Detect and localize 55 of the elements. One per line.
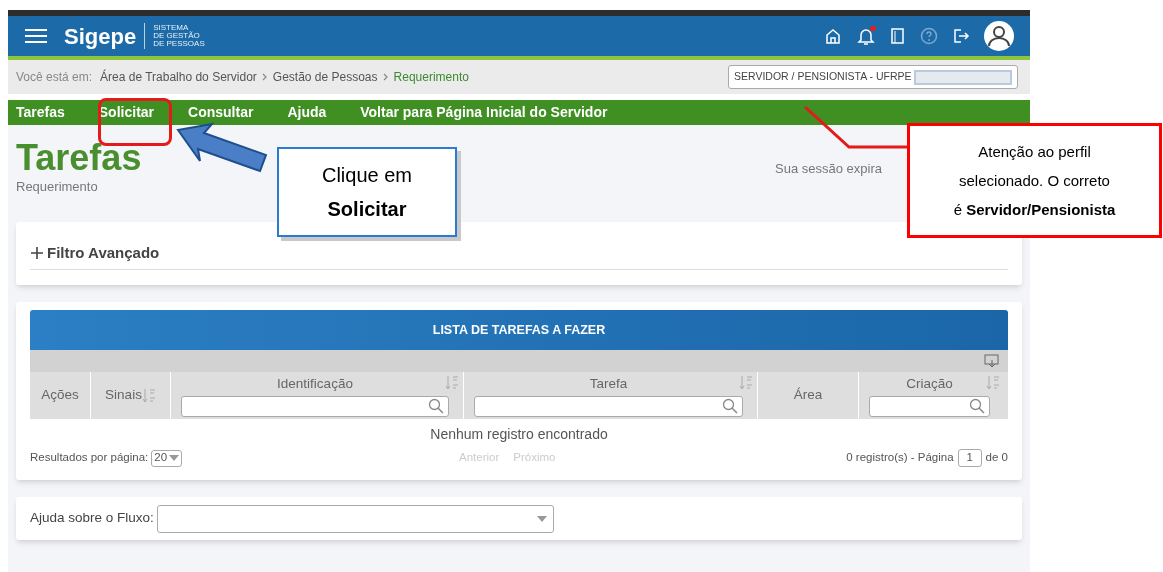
app-subtitle: SISTEMA DE GESTÃO DE PESSOAS [153,24,205,48]
chevron-icon [260,73,269,81]
user-avatar-icon[interactable] [984,21,1014,51]
nav-link[interactable]: Tarefas [16,102,65,123]
nav-link[interactable]: Ajuda [287,102,327,123]
home-icon[interactable] [824,27,842,45]
flow-help-select[interactable] [156,504,554,533]
column-label: Ações [41,386,79,405]
app-logo: Sigepe [64,22,137,51]
advanced-filter-button[interactable]: Filtro Avançado [30,242,1008,270]
search-icon [969,398,985,415]
caret-icon [169,455,180,461]
search-icon [722,398,738,415]
column-label: Tarefa [589,375,628,394]
book-icon[interactable] [890,27,906,45]
help-icon[interactable] [920,27,938,45]
logout-icon[interactable] [952,27,970,45]
page-subtitle: Requerimento [16,178,99,196]
search-field[interactable] [181,395,449,417]
column-label: Sinais [105,386,142,405]
caret-icon [536,515,547,522]
profile-select[interactable]: SERVIDOR / PENSIONISTA - UFRPE [728,65,1018,89]
chevron-icon [381,73,390,81]
flow-help-label: Ajuda sobre o Fluxo: [30,509,154,528]
menu-icon[interactable] [24,28,48,44]
sort-icon[interactable] [739,375,753,391]
breadcrumb-link[interactable]: Gestão de Pessoas [272,68,378,86]
breadcrumb-link[interactable]: Requerimento [393,68,469,86]
column-label: Área [793,386,823,405]
table-title: LISTA DE TAREFAS A FAZER [30,310,1008,350]
page-total: de 0 [985,450,1008,466]
column-label: Criação [906,375,953,394]
download-icon[interactable] [984,354,1000,368]
sort-icon[interactable] [141,387,156,404]
nav-link[interactable]: Solicitar [98,102,155,123]
per-page-label: Resultados por página: [30,450,149,466]
bell-icon[interactable] [856,26,876,46]
breadcrumb-label: Você está em: [16,69,93,86]
page-number-field[interactable]: 1 [957,449,982,467]
search-icon [428,398,444,415]
breadcrumb-link[interactable]: Área de Trabalho do Servidor [100,68,257,86]
page-title: Tarefas [16,139,142,177]
pagination-summary: 0 registro(s) - Página [846,450,954,466]
nav-link[interactable]: Voltar para Página Inicial do Servidor [360,102,608,123]
empty-message: Nenhum registro encontrado [429,425,609,444]
search-field[interactable] [474,395,743,417]
nav-link[interactable]: Consultar [188,102,254,123]
session-text: Sua sessão expira [775,160,882,178]
per-page-select[interactable]: 20 [151,449,183,467]
plus-icon [30,246,44,261]
column-label: Identificação [277,375,353,394]
sort-icon[interactable] [445,375,459,391]
warning-note: Atenção ao perfil selecionado. O correto é Servidor/Pensionista [907,123,1162,238]
sort-icon[interactable] [986,375,1000,391]
search-field[interactable] [869,395,990,417]
